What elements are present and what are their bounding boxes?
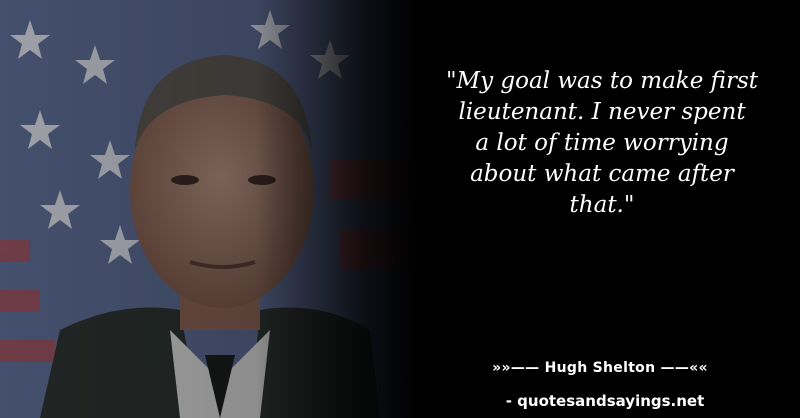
quote-line: lieutenant. I never spent: [458, 99, 746, 125]
quote-line: "My goal was to make first: [445, 68, 759, 94]
quote-line: that.": [569, 192, 635, 218]
quote-text: "My goal was to make first lieutenant. I…: [418, 66, 786, 221]
quote-line: a lot of time worrying: [475, 130, 729, 156]
quote-line: about what came after: [470, 161, 734, 187]
quote-author: »»—— Hugh Shelton ——««: [492, 360, 708, 376]
source-link[interactable]: - quotesandsayings.net: [440, 392, 770, 410]
